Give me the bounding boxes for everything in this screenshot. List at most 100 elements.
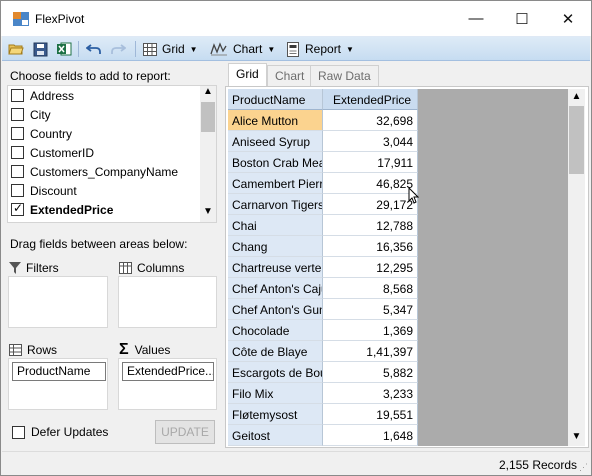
scrollbar-thumb[interactable] (201, 102, 215, 132)
field-item-address[interactable]: Address (11, 86, 74, 105)
row-header-cell[interactable]: Fløtemysost (228, 404, 323, 425)
row-header-cell[interactable]: Chocolade (228, 320, 323, 341)
field-list[interactable]: Address City Country CustomerID Customer… (7, 85, 217, 223)
rows-field-chip[interactable]: ProductName (12, 362, 106, 381)
field-checkbox[interactable] (11, 184, 24, 197)
row-header-cell[interactable]: Carnarvon Tigers (228, 194, 323, 215)
export-excel-button[interactable] (56, 37, 72, 61)
grid-menu-label: Grid (162, 42, 185, 56)
filters-drop-area[interactable] (8, 276, 108, 328)
field-checkbox-checked[interactable] (11, 201, 24, 216)
field-checkbox[interactable] (11, 89, 24, 102)
field-item-customers-companyname[interactable]: Customers_CompanyName (11, 162, 178, 181)
update-button[interactable]: UPDATE (155, 420, 215, 444)
value-cell[interactable]: 12,788 (323, 215, 418, 236)
value-cell[interactable]: 32,698 (323, 110, 418, 131)
value-cell[interactable]: 46,825 (323, 173, 418, 194)
values-area-title: Σ Values (119, 341, 170, 359)
grid-scrollbar[interactable]: ▲ ▼ (568, 89, 585, 446)
chart-dropdown-button[interactable]: Chart ▼ (210, 37, 275, 61)
row-header-cell[interactable]: Alice Mutton (228, 110, 323, 131)
value-cell[interactable]: 5,347 (323, 299, 418, 320)
row-header-cell[interactable]: Boston Crab Meat (228, 152, 323, 173)
grid-icon (143, 42, 157, 56)
field-checkbox[interactable] (11, 165, 24, 178)
row-header-cell[interactable]: Chartreuse verte (228, 257, 323, 278)
value-cell[interactable]: 16,356 (323, 236, 418, 257)
value-cell[interactable]: 5,882 (323, 362, 418, 383)
save-button[interactable] (33, 37, 48, 61)
values-drop-area[interactable]: ExtendedPrice... (118, 358, 217, 410)
resize-grip-icon[interactable]: ⋰ (579, 462, 588, 473)
value-cell[interactable]: 19,551 (323, 404, 418, 425)
tab-raw-data[interactable]: Raw Data (310, 65, 379, 86)
value-cell[interactable]: 1,648 (323, 425, 418, 446)
undo-icon (86, 44, 101, 54)
field-label: Address (30, 88, 75, 103)
scroll-down-icon[interactable]: ▼ (568, 431, 585, 442)
defer-updates-toggle[interactable]: Defer Updates (12, 425, 108, 439)
column-header-extendedprice[interactable]: ExtendedPrice (323, 89, 418, 110)
row-header-cell[interactable]: Côte de Blaye (228, 341, 323, 362)
redo-button[interactable] (110, 37, 126, 61)
toolbar-separator (135, 41, 136, 57)
row-header-cell[interactable]: Chang (228, 236, 323, 257)
column-header-productname[interactable]: ProductName (228, 89, 323, 110)
field-item-discount[interactable]: Discount (11, 181, 77, 200)
value-cell[interactable]: 8,568 (323, 278, 418, 299)
drag-areas-caption: Drag fields between areas below: (10, 237, 188, 251)
open-button[interactable] (8, 37, 24, 61)
scroll-up-icon[interactable]: ▲ (568, 91, 585, 102)
value-cell[interactable]: 3,233 (323, 383, 418, 404)
defer-updates-checkbox[interactable] (12, 425, 25, 439)
maximize-icon: ☐ (515, 10, 529, 28)
field-item-city[interactable]: City (11, 105, 51, 124)
field-list-caption: Choose fields to add to report: (10, 69, 171, 83)
minimize-button[interactable]: — (453, 1, 499, 36)
field-item-customerid[interactable]: CustomerID (11, 143, 94, 162)
report-menu-label: Report (305, 42, 342, 56)
value-cell[interactable]: 1,41,397 (323, 341, 418, 362)
value-cell[interactable]: 12,295 (323, 257, 418, 278)
filters-area-title: Filters (9, 261, 59, 275)
field-checkbox[interactable] (11, 108, 24, 121)
row-header-cell[interactable]: Camembert Pierrot (228, 173, 323, 194)
close-button[interactable]: ✕ (545, 1, 591, 36)
row-header-cell[interactable]: Aniseed Syrup (228, 131, 323, 152)
columns-drop-area[interactable] (118, 276, 217, 328)
scrollbar-thumb[interactable] (569, 106, 584, 174)
field-checkbox[interactable] (11, 127, 24, 140)
row-header-cell[interactable]: Geitost (228, 425, 323, 446)
value-cell[interactable]: 29,172 (323, 194, 418, 215)
field-checkbox[interactable] (11, 146, 24, 159)
value-cell[interactable]: 3,044 (323, 131, 418, 152)
app-window: FlexPivot — ☐ ✕ Grid ▼ Chart ▼ Report ▼ … (0, 0, 592, 476)
pivot-grid[interactable]: ProductName ExtendedPrice Alice Mutton 3… (228, 89, 568, 446)
undo-button[interactable] (86, 37, 102, 61)
value-cell[interactable]: 1,369 (323, 320, 418, 341)
value-cell[interactable]: 17,911 (323, 152, 418, 173)
scroll-up-icon[interactable]: ▲ (200, 86, 216, 100)
tab-grid[interactable]: Grid (228, 63, 267, 87)
tab-chart[interactable]: Chart (267, 65, 313, 86)
field-list-scrollbar[interactable]: ▲ ▼ (200, 86, 216, 222)
row-header-cell[interactable]: Chai (228, 215, 323, 236)
toolbar: Grid ▼ Chart ▼ Report ▼ (2, 36, 590, 61)
field-item-extendedprice[interactable]: ExtendedPrice (11, 200, 113, 219)
report-dropdown-button[interactable]: Report ▼ (286, 37, 354, 61)
field-label: Country (30, 126, 73, 141)
status-bar: 2,155 Records ⋰ (2, 451, 590, 475)
row-header-cell[interactable]: Chef Anton's Cajun (228, 278, 323, 299)
values-label: Values (134, 343, 171, 357)
field-label: CustomerID (30, 145, 95, 160)
row-header-cell[interactable]: Escargots de Bourg (228, 362, 323, 383)
maximize-button[interactable]: ☐ (499, 1, 545, 36)
values-field-chip[interactable]: ExtendedPrice... (122, 362, 214, 381)
row-header-cell[interactable]: Filo Mix (228, 383, 323, 404)
title-bar: FlexPivot — ☐ ✕ (1, 1, 591, 36)
row-header-cell[interactable]: Chef Anton's Gumb (228, 299, 323, 320)
field-item-country[interactable]: Country (11, 124, 72, 143)
rows-drop-area[interactable]: ProductName (8, 358, 108, 410)
scroll-down-icon[interactable]: ▼ (200, 206, 216, 220)
grid-dropdown-button[interactable]: Grid ▼ (143, 37, 198, 61)
